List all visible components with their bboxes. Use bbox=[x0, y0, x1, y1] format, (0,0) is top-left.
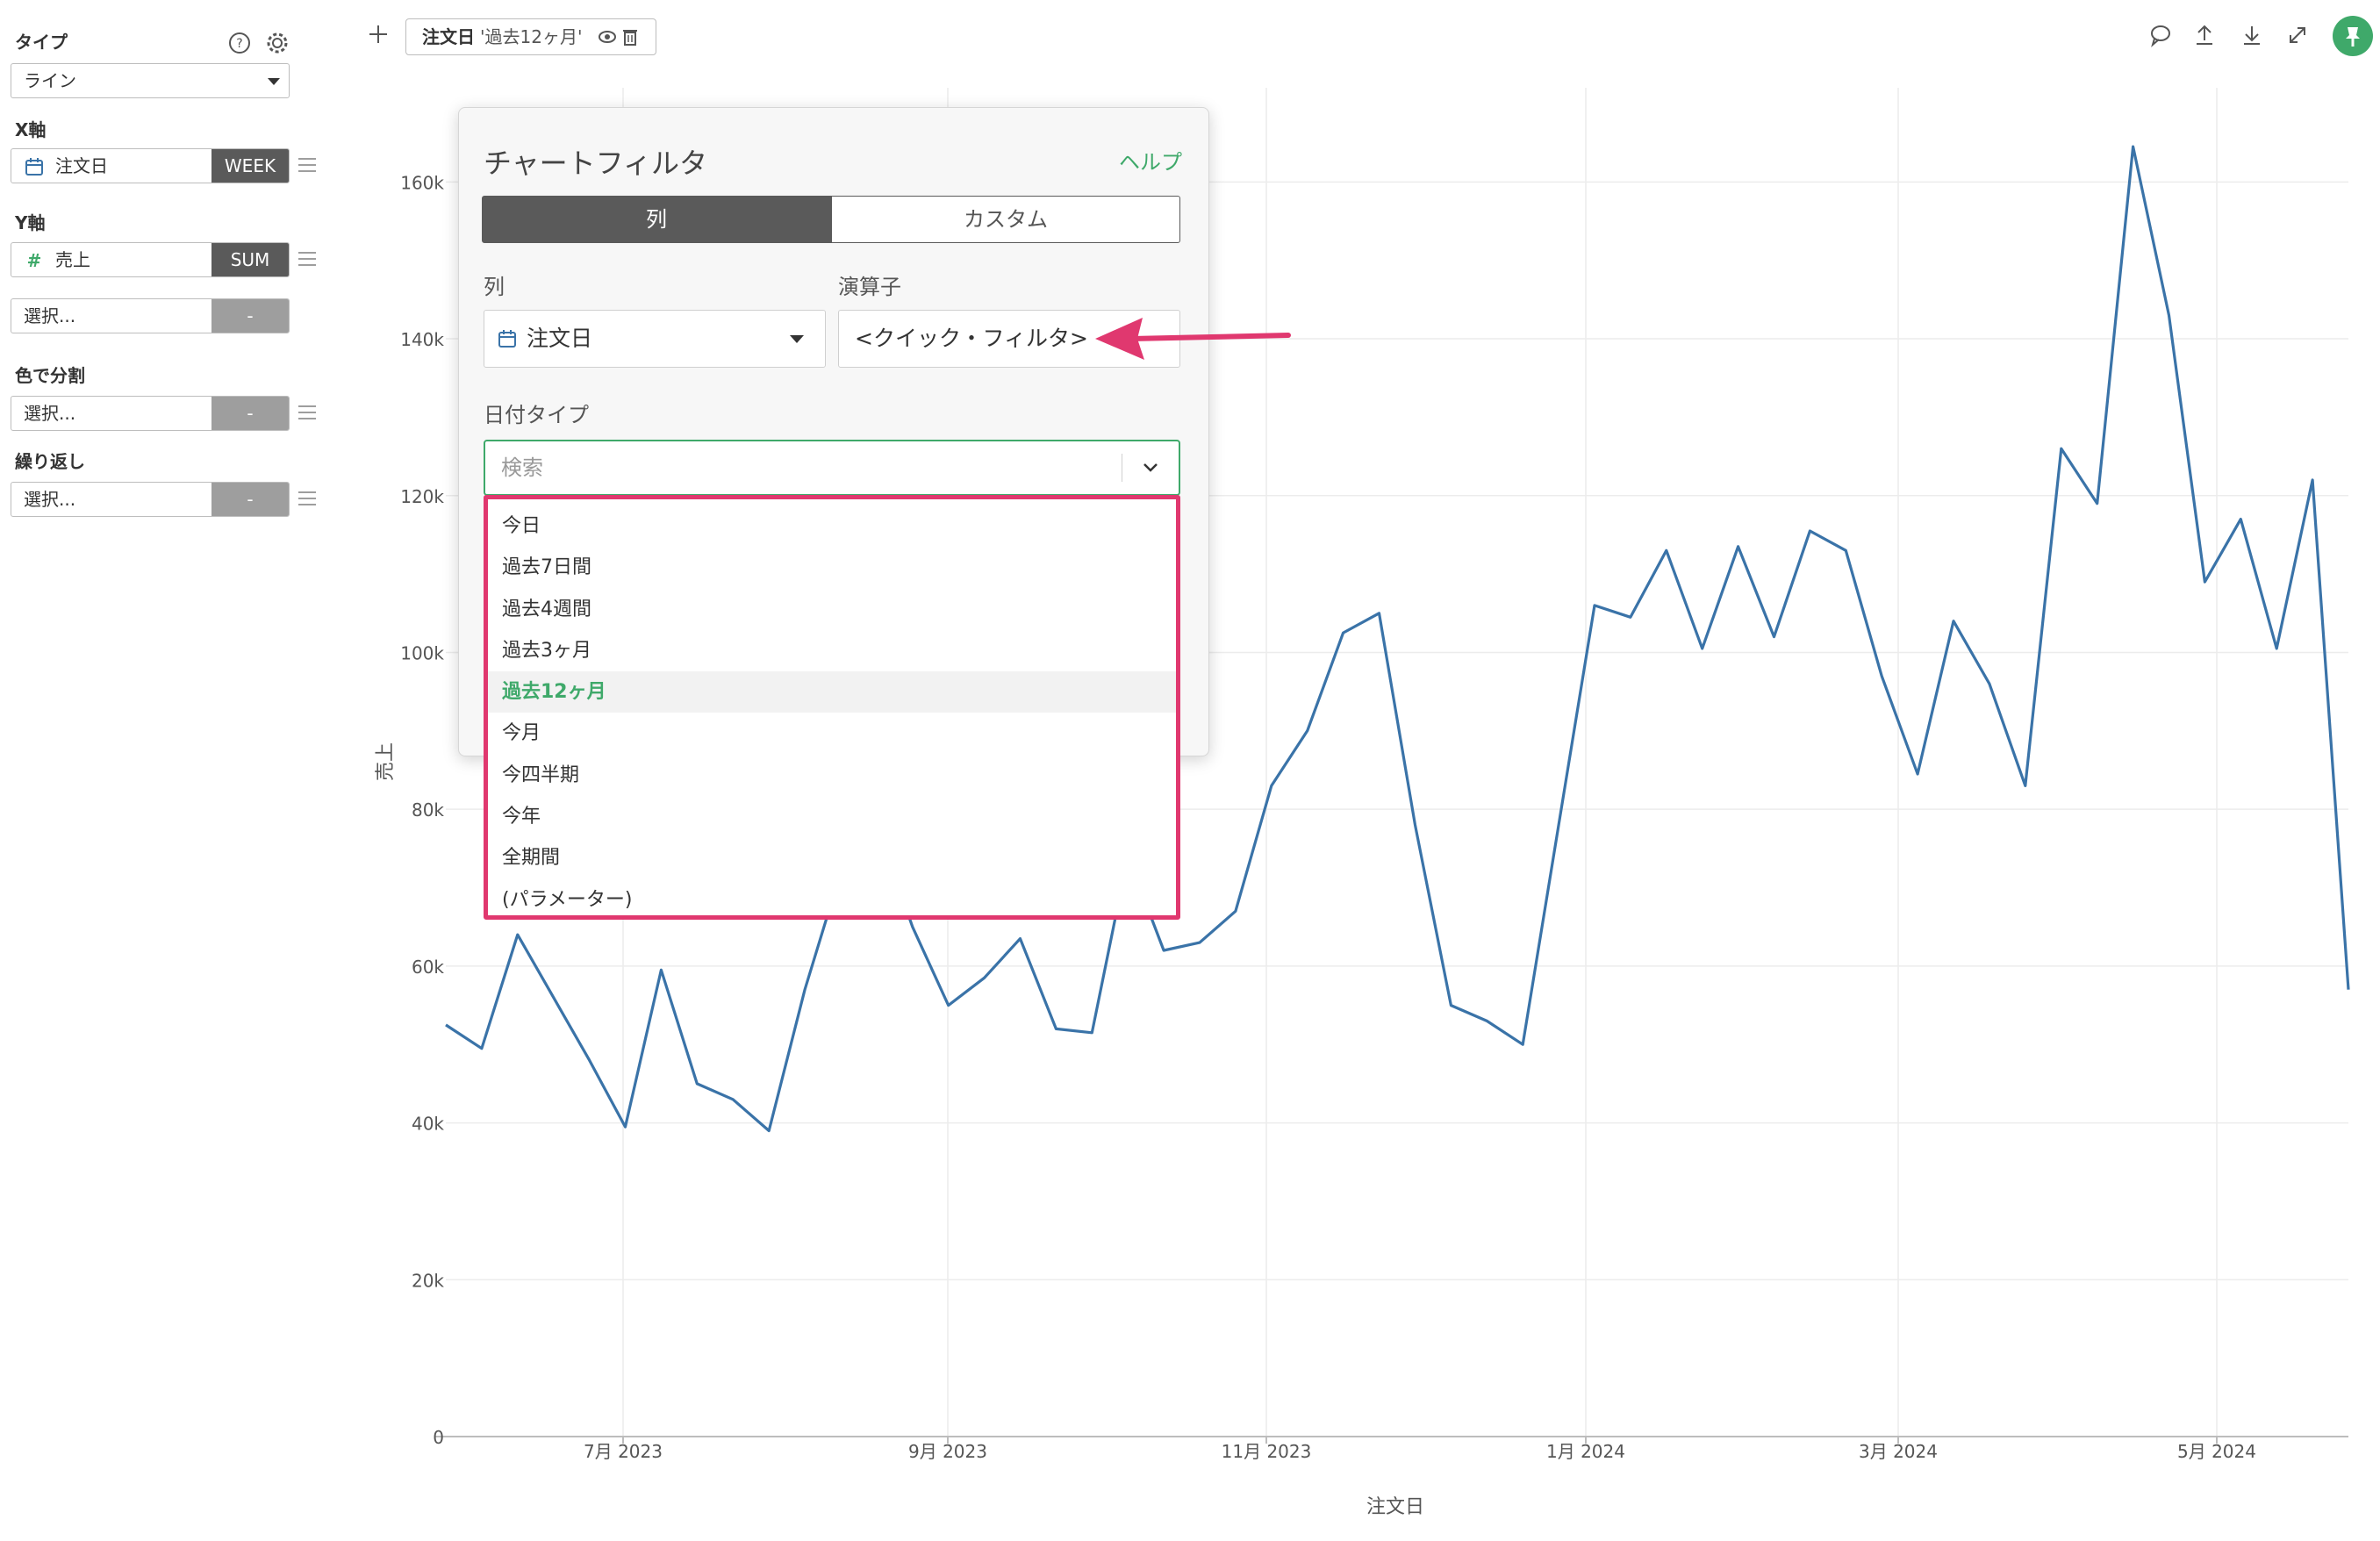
y-tick-label: 40k bbox=[412, 1114, 444, 1135]
search-placeholder: 検索 bbox=[501, 455, 543, 480]
y-tick-label: 120k bbox=[400, 486, 444, 507]
x-tick-label: 5月 2024 bbox=[2177, 1441, 2256, 1462]
x-tick-label: 11月 2023 bbox=[1222, 1441, 1312, 1462]
y-tick-label: 0 bbox=[433, 1427, 444, 1448]
tab-custom[interactable]: カスタム bbox=[831, 196, 1180, 243]
y-axis-field[interactable]: # 売上 SUM bbox=[11, 242, 290, 277]
date-type-option[interactable]: 今四半期 bbox=[488, 755, 1176, 796]
color-split-aggregation-button[interactable]: - bbox=[211, 397, 289, 430]
date-type-option[interactable]: 過去3ヶ月 bbox=[488, 630, 1176, 671]
x-axis-aggregation-button[interactable]: WEEK bbox=[211, 149, 289, 183]
expand-icon[interactable] bbox=[2285, 23, 2310, 47]
operator-select[interactable]: <クイック・フィルタ> bbox=[838, 310, 1180, 368]
chevron-down-icon bbox=[268, 78, 280, 85]
x-tick-label: 1月 2024 bbox=[1546, 1441, 1625, 1462]
y-tick-label: 100k bbox=[400, 642, 444, 663]
y-axis-aggregation-button[interactable]: SUM bbox=[211, 243, 289, 276]
x-axis-title: 注文日 bbox=[1366, 1496, 1424, 1518]
tab-column[interactable]: 列 bbox=[482, 196, 831, 243]
add-filter-plus-icon[interactable] bbox=[367, 23, 390, 46]
operator-label: 演算子 bbox=[838, 275, 901, 299]
operator-select-value: <クイック・フィルタ> bbox=[855, 326, 1088, 351]
date-type-search-input[interactable]: 検索 bbox=[484, 440, 1180, 496]
date-type-option[interactable]: (パラメーター) bbox=[488, 879, 1176, 921]
date-type-options-list: 今日 過去7日間 過去4週間 過去3ヶ月 過去12ヶ月 今月 今四半期 今年 全… bbox=[484, 495, 1180, 920]
hash-icon: # bbox=[27, 250, 42, 271]
column-label: 列 bbox=[484, 275, 505, 299]
help-icon[interactable]: ? bbox=[226, 30, 253, 56]
date-type-option[interactable]: 今年 bbox=[488, 796, 1176, 837]
y-axis-label: Y軸 bbox=[15, 212, 46, 233]
pin-button[interactable] bbox=[2333, 16, 2373, 56]
date-type-option[interactable]: 過去4週間 bbox=[488, 589, 1176, 630]
download-icon[interactable] bbox=[2240, 23, 2264, 47]
date-type-option-selected[interactable]: 過去12ヶ月 bbox=[488, 671, 1176, 713]
help-link[interactable]: ヘルプ bbox=[1119, 145, 1182, 176]
filter-chip-value: '過去12ヶ月' bbox=[480, 26, 583, 47]
drag-handle-icon[interactable] bbox=[298, 158, 316, 174]
app-window: 0 20k 40k 60k 80k 100k 120k 140k 160k 7月 2023 9月 2… bbox=[0, 0, 2380, 1541]
drag-handle-icon[interactable] bbox=[298, 252, 316, 268]
svg-text:?: ? bbox=[236, 37, 242, 51]
chart-type-value: ライン bbox=[24, 70, 76, 91]
filter-chip-column: 注文日 bbox=[422, 26, 475, 47]
calendar-icon bbox=[25, 158, 43, 176]
y-axis-title: 売上 bbox=[375, 742, 397, 781]
gear-icon[interactable] bbox=[264, 30, 290, 56]
y-axis-add-aggregation-button[interactable]: - bbox=[211, 299, 289, 333]
x-axis-field-name: 注文日 bbox=[55, 155, 108, 176]
date-type-option[interactable]: 全期間 bbox=[488, 837, 1176, 878]
type-label: タイプ bbox=[15, 32, 68, 53]
chevron-down-icon[interactable] bbox=[1140, 457, 1161, 478]
upload-icon[interactable] bbox=[2192, 23, 2217, 47]
chevron-down-icon bbox=[790, 335, 804, 343]
y-tick-label: 20k bbox=[412, 1270, 444, 1291]
pin-icon bbox=[2346, 27, 2360, 47]
y-axis-add-field[interactable]: 選択... - bbox=[11, 298, 290, 333]
x-axis-field[interactable]: 注文日 WEEK bbox=[11, 148, 290, 183]
trash-icon[interactable] bbox=[623, 28, 637, 46]
date-type-option[interactable]: 過去7日間 bbox=[488, 547, 1176, 588]
filter-chip[interactable]: 注文日 '過去12ヶ月' bbox=[405, 18, 656, 55]
x-tick-label: 7月 2023 bbox=[584, 1441, 663, 1462]
x-tick-label: 3月 2024 bbox=[1859, 1441, 1938, 1462]
chart-filter-dialog: チャートフィルタ ヘルプ 列 カスタム 列 演算子 注文日 <クイック・フィルタ… bbox=[458, 107, 1209, 920]
comment-icon[interactable] bbox=[2148, 23, 2173, 47]
calendar-icon bbox=[498, 330, 516, 348]
y-axis-field-name: 売上 bbox=[55, 249, 90, 270]
repeat-label: 繰り返し bbox=[15, 451, 85, 472]
repeat-placeholder: 選択... bbox=[24, 489, 76, 510]
column-select-value: 注文日 bbox=[527, 326, 593, 351]
drag-handle-icon[interactable] bbox=[298, 405, 316, 421]
dialog-title: チャートフィルタ bbox=[484, 147, 708, 180]
date-type-option[interactable]: 今月 bbox=[488, 713, 1176, 754]
chart-config-sidebar: タイプ ? ライン X軸 注文日 WEEK Y軸 # 売上 SUM 選択... … bbox=[0, 0, 333, 1541]
y-tick-label: 80k bbox=[412, 799, 444, 821]
svg-text:#: # bbox=[27, 250, 42, 271]
y-tick-label: 60k bbox=[412, 957, 444, 978]
color-split-placeholder: 選択... bbox=[24, 403, 76, 424]
repeat-aggregation-button[interactable]: - bbox=[211, 483, 289, 516]
eye-icon[interactable] bbox=[598, 30, 617, 44]
column-select[interactable]: 注文日 bbox=[484, 310, 826, 368]
x-tick-label: 9月 2023 bbox=[908, 1441, 987, 1462]
x-axis-label: X軸 bbox=[15, 119, 47, 140]
color-split-field[interactable]: 選択... - bbox=[11, 396, 290, 431]
color-split-label: 色で分割 bbox=[15, 365, 85, 386]
y-axis-add-placeholder: 選択... bbox=[24, 305, 76, 326]
repeat-field[interactable]: 選択... - bbox=[11, 482, 290, 517]
chart-type-select[interactable]: ライン bbox=[11, 63, 290, 98]
y-tick-label: 160k bbox=[400, 172, 444, 193]
y-tick-label: 140k bbox=[400, 329, 444, 350]
date-type-option[interactable]: 今日 bbox=[488, 505, 1176, 547]
drag-handle-icon[interactable] bbox=[298, 491, 316, 507]
date-type-label: 日付タイプ bbox=[484, 403, 589, 427]
